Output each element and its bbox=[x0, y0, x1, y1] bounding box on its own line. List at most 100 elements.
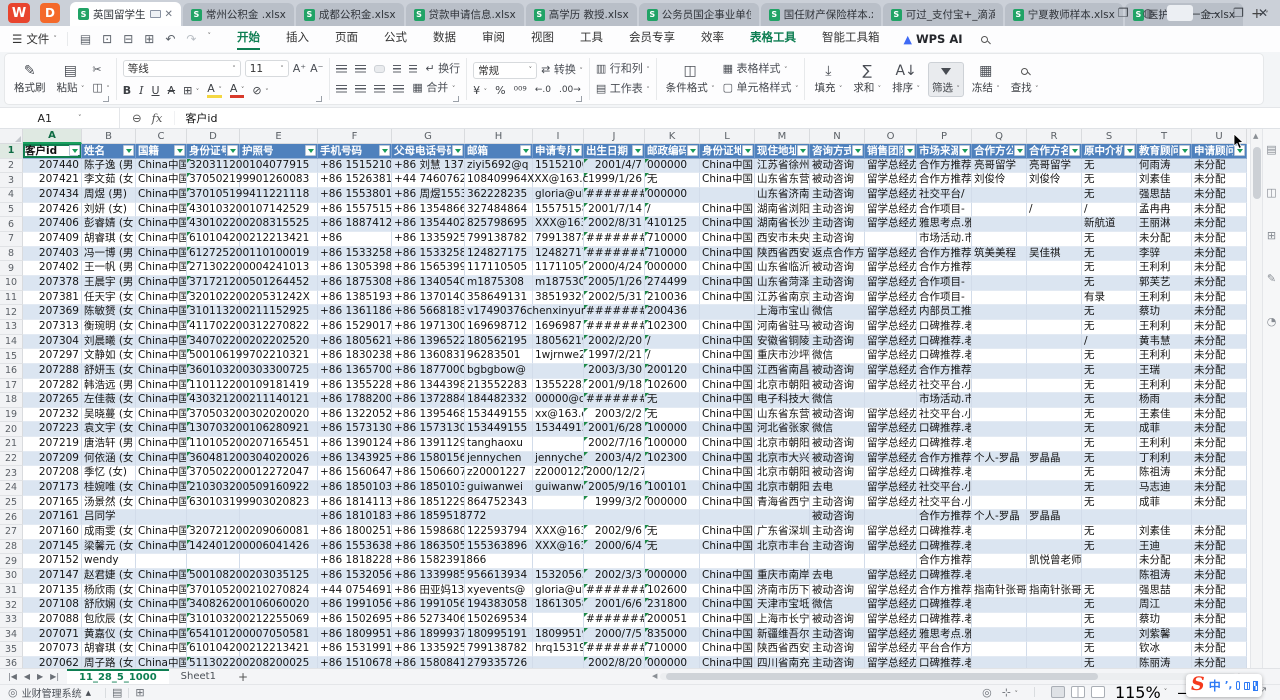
cell[interactable]: 黄韦慧 bbox=[1137, 335, 1192, 350]
cell[interactable] bbox=[1027, 613, 1082, 628]
cell[interactable]: 00000@qq# bbox=[533, 393, 584, 408]
cell[interactable]: 主动咨询 bbox=[810, 642, 865, 657]
sheet-tab-Sheet1[interactable]: Sheet1 bbox=[169, 669, 228, 685]
eye-protect-icon[interactable]: ◎ bbox=[982, 686, 992, 699]
cell[interactable]: China中国 bbox=[700, 364, 755, 379]
cell[interactable]: 2000/7/5 bbox=[584, 628, 645, 643]
cell[interactable]: 207265 bbox=[23, 393, 82, 408]
cell[interactable]: 未分配 bbox=[1192, 569, 1247, 584]
cell[interactable] bbox=[1027, 335, 1082, 350]
cell[interactable]: 207403 bbox=[23, 247, 82, 262]
cell[interactable]: 何雨涛 bbox=[1137, 159, 1192, 174]
cell[interactable]: China中国 bbox=[136, 349, 187, 364]
cell[interactable] bbox=[645, 510, 700, 525]
cell[interactable]: +86 15731301 bbox=[318, 422, 392, 437]
cell[interactable]: 王瑞 bbox=[1137, 364, 1192, 379]
cell[interactable]: +86 13901242 bbox=[318, 437, 392, 452]
column-header-P[interactable]: P bbox=[917, 129, 972, 144]
cell[interactable] bbox=[865, 232, 917, 247]
cell[interactable]: 被动咨询 bbox=[810, 584, 865, 599]
sum-button[interactable]: ∑ 求和 ˅ bbox=[850, 63, 884, 96]
cell[interactable]: +86 18874129 bbox=[318, 217, 392, 232]
cell[interactable]: 湖南省浏阳 bbox=[755, 203, 810, 218]
cell[interactable]: 留学总经办 bbox=[865, 628, 917, 643]
cell[interactable] bbox=[972, 422, 1027, 437]
cell[interactable]: China中国 bbox=[136, 422, 187, 437]
cell[interactable]: +86 1877000215 bbox=[392, 364, 465, 379]
cell[interactable]: 无 bbox=[1082, 173, 1137, 188]
cell[interactable]: +86 刘慧 137052 bbox=[392, 159, 465, 174]
cell[interactable]: 汤景然 (女 bbox=[82, 496, 136, 511]
row-header-22[interactable]: 22 bbox=[0, 452, 23, 467]
quick-access-caret-icon[interactable]: ˅ bbox=[207, 32, 211, 46]
cell[interactable]: 未分配 bbox=[1137, 554, 1192, 569]
cell[interactable] bbox=[972, 408, 1027, 423]
ime-mic-icon[interactable] bbox=[1236, 681, 1240, 690]
column-header-F[interactable]: F bbox=[318, 129, 392, 144]
cell[interactable]: 207434 bbox=[23, 188, 82, 203]
cell[interactable]: 无 bbox=[645, 173, 700, 188]
cell[interactable]: 刘素佳 bbox=[1137, 525, 1192, 540]
cell[interactable]: 重庆市南岸 bbox=[755, 569, 810, 584]
cell[interactable] bbox=[972, 598, 1027, 613]
cell[interactable]: 刘俊伶 bbox=[972, 173, 1027, 188]
cell[interactable]: 微信 bbox=[810, 598, 865, 613]
cell[interactable]: 207173 bbox=[23, 481, 82, 496]
cell[interactable]: China中国 bbox=[136, 247, 187, 262]
cell[interactable]: +86 56681836 bbox=[392, 305, 465, 320]
cell[interactable]: 32010220020531242X bbox=[187, 291, 240, 306]
wps-logo-icon[interactable]: W bbox=[8, 3, 30, 23]
cell[interactable]: +86 13657006 bbox=[318, 364, 392, 379]
filter-dropdown-icon[interactable] bbox=[1179, 145, 1190, 156]
cell[interactable] bbox=[700, 510, 755, 525]
cell[interactable]: 无 bbox=[645, 408, 700, 423]
cell[interactable]: +86 18141137 bbox=[318, 496, 392, 511]
cell[interactable]: +86 15152100 bbox=[318, 159, 392, 174]
column-header-G[interactable]: G bbox=[392, 129, 465, 144]
cell[interactable]: 韩浩远 (男 bbox=[82, 379, 136, 394]
row-header-4[interactable]: 4 bbox=[0, 188, 23, 203]
header-cell[interactable]: 合作方名称 bbox=[1027, 144, 1082, 159]
cell[interactable]: 799138782 bbox=[533, 232, 584, 247]
first-sheet-icon[interactable]: |◀ bbox=[8, 672, 17, 681]
cell[interactable]: 蔡玏 bbox=[1137, 305, 1192, 320]
cell[interactable]: China中国 bbox=[136, 408, 187, 423]
header-cell[interactable]: 姓名 bbox=[82, 144, 136, 159]
cell[interactable]: 2002/9/6 bbox=[584, 525, 645, 540]
row-header-17[interactable]: 17 bbox=[0, 379, 23, 394]
cell[interactable]: hrq153199 bbox=[533, 642, 584, 657]
cell[interactable]: 430103200107142529 bbox=[187, 203, 240, 218]
cell[interactable]: 个人-罗晶 bbox=[972, 452, 1027, 467]
column-header-A[interactable]: A bbox=[23, 129, 82, 144]
close-button[interactable]: ✕ bbox=[1258, 7, 1268, 19]
column-header-S[interactable]: S bbox=[1082, 129, 1137, 144]
header-cell[interactable]: 原中介机构 bbox=[1082, 144, 1137, 159]
cell[interactable]: 主动咨询 bbox=[810, 203, 865, 218]
cell[interactable]: 186130586 bbox=[533, 598, 584, 613]
cell[interactable]: 合作方推荐 bbox=[917, 173, 972, 188]
cell[interactable]: 153449155 bbox=[465, 422, 533, 437]
cell[interactable]: 黄嘉仪 (女 bbox=[82, 628, 136, 643]
cell[interactable]: 合作项目- bbox=[917, 291, 972, 306]
cell[interactable] bbox=[1027, 305, 1082, 320]
row-header-3[interactable]: 3 bbox=[0, 173, 23, 188]
cell[interactable]: China中国 bbox=[700, 496, 755, 511]
cell[interactable]: XXX@163.c bbox=[533, 217, 584, 232]
sidebar-help-icon[interactable]: ◔ bbox=[1267, 315, 1277, 328]
cell[interactable]: ######## bbox=[584, 613, 645, 628]
cell[interactable]: 山东省东营 bbox=[755, 408, 810, 423]
cell[interactable] bbox=[1027, 569, 1082, 584]
row-header-20[interactable]: 20 bbox=[0, 422, 23, 437]
number-dialog-launcher-icon[interactable] bbox=[576, 96, 582, 102]
cell[interactable]: 2002/8/20 bbox=[584, 657, 645, 668]
docs-home-icon[interactable]: D bbox=[40, 3, 60, 23]
vertical-scrollbar[interactable]: ▲ bbox=[1250, 129, 1262, 668]
cell[interactable]: 主动咨询 bbox=[810, 188, 865, 203]
column-header-T[interactable]: T bbox=[1137, 129, 1192, 144]
cell[interactable] bbox=[533, 364, 584, 379]
align-right-icon[interactable] bbox=[374, 85, 385, 93]
cell[interactable]: 主动咨询 bbox=[810, 217, 865, 232]
cell[interactable]: 电子科技大 bbox=[755, 393, 810, 408]
cell[interactable]: 未分配 bbox=[1192, 496, 1247, 511]
cell[interactable]: bgbgbow@ bbox=[465, 364, 533, 379]
